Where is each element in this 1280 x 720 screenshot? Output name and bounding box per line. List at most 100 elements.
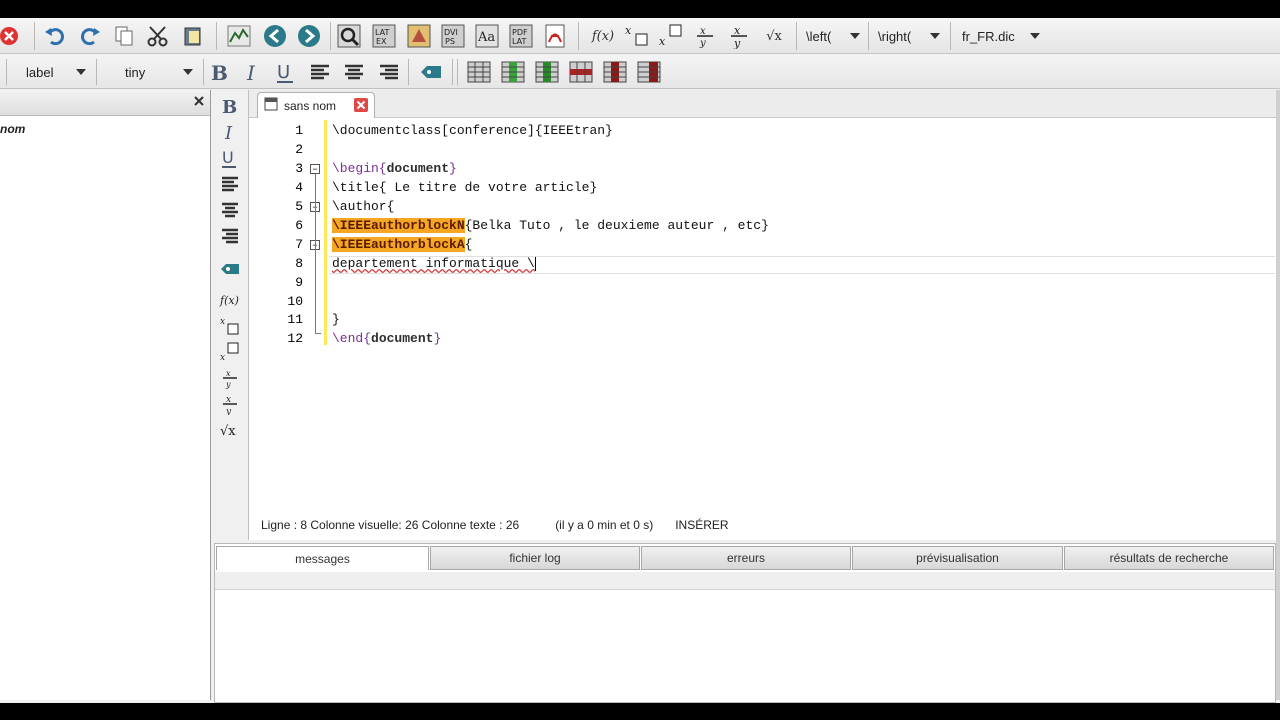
separator bbox=[868, 22, 869, 50]
fold-toggle[interactable]: − bbox=[310, 164, 320, 174]
svg-text:y: y bbox=[699, 38, 706, 49]
svg-text:LAT: LAT bbox=[375, 28, 389, 37]
align-center-icon[interactable] bbox=[217, 197, 243, 223]
quick-build-icon[interactable] bbox=[336, 23, 362, 49]
separator bbox=[950, 22, 951, 50]
function-icon[interactable]: f(x) bbox=[217, 287, 243, 313]
separator bbox=[408, 59, 409, 85]
code-text: \author{ bbox=[332, 199, 395, 214]
bold-icon[interactable]: B bbox=[217, 93, 243, 119]
subscript-icon[interactable]: x bbox=[624, 23, 650, 49]
copy-icon[interactable] bbox=[111, 23, 137, 49]
dfrac-icon[interactable]: xy bbox=[217, 391, 243, 417]
code-editor[interactable]: sans nom 1 2 3 4 5 6 7 8 9 10 11 12 − − … bbox=[248, 90, 1277, 540]
acrobat-icon[interactable] bbox=[542, 23, 568, 49]
table-column-add-icon[interactable] bbox=[534, 59, 560, 85]
code-env: document bbox=[386, 161, 450, 176]
editor-tab-bar: sans nom bbox=[249, 90, 1277, 118]
table-delete-column-icon[interactable] bbox=[602, 59, 628, 85]
left-delimiter-select[interactable]: \left( bbox=[806, 24, 864, 48]
close-icon[interactable] bbox=[0, 23, 22, 49]
tab-search-results[interactable]: résultats de recherche bbox=[1064, 546, 1274, 570]
right-delimiter-select[interactable]: \right( bbox=[878, 24, 944, 48]
close-icon[interactable] bbox=[354, 98, 368, 115]
line-number: 8 bbox=[295, 256, 303, 271]
italic-icon[interactable]: I bbox=[240, 59, 266, 85]
line-number: 9 bbox=[295, 275, 303, 290]
italic-icon[interactable]: I bbox=[217, 119, 243, 145]
arrow-left-icon[interactable] bbox=[262, 23, 288, 49]
dvips-icon[interactable]: DVI PS bbox=[440, 23, 466, 49]
line-number: 1 bbox=[295, 123, 303, 138]
close-icon[interactable] bbox=[192, 94, 206, 108]
tab-errors[interactable]: erreurs bbox=[641, 546, 851, 570]
sqrt-button[interactable]: √x bbox=[758, 24, 790, 48]
cursor-position: Ligne : 8 Colonne visuelle: 26 Colonne t… bbox=[261, 518, 520, 532]
paste-icon[interactable] bbox=[180, 23, 206, 49]
cut-icon[interactable] bbox=[145, 23, 171, 49]
separator bbox=[796, 22, 797, 50]
separator bbox=[96, 59, 97, 85]
code-keyword: \begin{ bbox=[332, 161, 387, 176]
pdf-view-icon[interactable]: PDF LAT bbox=[508, 23, 534, 49]
separator bbox=[452, 59, 453, 85]
table-delete-row-icon[interactable] bbox=[636, 59, 662, 85]
svg-text:LAT: LAT bbox=[512, 37, 526, 46]
code-line: } bbox=[332, 312, 340, 327]
line-number: 10 bbox=[287, 294, 303, 309]
font-icon[interactable]: Aa bbox=[474, 23, 500, 49]
function-button[interactable]: f(x) bbox=[588, 24, 618, 48]
superscript-icon[interactable]: x bbox=[217, 339, 243, 365]
latex-icon[interactable]: LAT EX bbox=[371, 23, 397, 49]
underline-icon[interactable]: U bbox=[217, 145, 243, 171]
align-right-icon[interactable] bbox=[376, 59, 402, 85]
svg-text:y: y bbox=[225, 407, 232, 415]
code-highlight: \IEEEauthorblockA bbox=[332, 237, 465, 252]
svg-text:x: x bbox=[220, 317, 225, 327]
tab-log[interactable]: fichier log bbox=[430, 546, 640, 570]
separator bbox=[34, 22, 35, 50]
dictionary-select[interactable]: fr_FR.dic bbox=[962, 24, 1044, 48]
chart-icon[interactable] bbox=[226, 23, 252, 49]
label-select[interactable]: label bbox=[26, 60, 90, 84]
line-number: 2 bbox=[295, 142, 303, 157]
insert-mode: INSÉRER bbox=[675, 518, 729, 532]
svg-text:x: x bbox=[226, 369, 231, 378]
eraser-icon[interactable] bbox=[418, 59, 444, 85]
arrow-right-icon[interactable] bbox=[296, 23, 322, 49]
superscript-icon[interactable]: x bbox=[658, 23, 684, 49]
svg-text:EX: EX bbox=[376, 37, 387, 46]
fraction-icon[interactable]: xy bbox=[217, 365, 243, 391]
svg-text:I: I bbox=[246, 61, 256, 84]
table-row-icon[interactable] bbox=[568, 59, 594, 85]
align-center-icon[interactable] bbox=[341, 59, 367, 85]
structure-item[interactable]: nom bbox=[0, 122, 25, 136]
align-left-icon[interactable] bbox=[217, 171, 243, 197]
dfrac-icon[interactable]: xy bbox=[726, 23, 752, 49]
scrollbar[interactable] bbox=[1276, 90, 1280, 700]
align-right-icon[interactable] bbox=[217, 223, 243, 249]
editor-tab-label: sans nom bbox=[284, 98, 337, 113]
svg-text:y: y bbox=[733, 37, 741, 49]
table-icon[interactable] bbox=[466, 59, 492, 85]
right-delimiter-value: \right( bbox=[878, 28, 912, 44]
undo-icon[interactable] bbox=[42, 23, 68, 49]
tab-preview[interactable]: prévisualisation bbox=[852, 546, 1063, 570]
editor-tab[interactable]: sans nom bbox=[257, 92, 375, 118]
code-text: departement informatique \ bbox=[332, 256, 535, 271]
redo-icon[interactable] bbox=[77, 23, 103, 49]
underline-icon[interactable]: U bbox=[273, 59, 299, 85]
sqrt-icon[interactable]: √x bbox=[217, 417, 243, 443]
table-column-icon[interactable] bbox=[500, 59, 526, 85]
code-line: \title{ Le titre de votre article} bbox=[332, 180, 597, 195]
separator bbox=[578, 22, 579, 50]
eraser-icon[interactable] bbox=[217, 256, 243, 282]
pdflatex-icon[interactable] bbox=[406, 23, 432, 49]
tab-messages[interactable]: messages bbox=[216, 546, 429, 570]
bold-icon[interactable]: B bbox=[207, 59, 233, 85]
text-cursor bbox=[534, 256, 536, 271]
subscript-icon[interactable]: x bbox=[217, 313, 243, 339]
align-left-icon[interactable] bbox=[307, 59, 333, 85]
fraction-icon[interactable]: xy bbox=[692, 23, 718, 49]
size-select[interactable]: tiny bbox=[125, 60, 197, 84]
